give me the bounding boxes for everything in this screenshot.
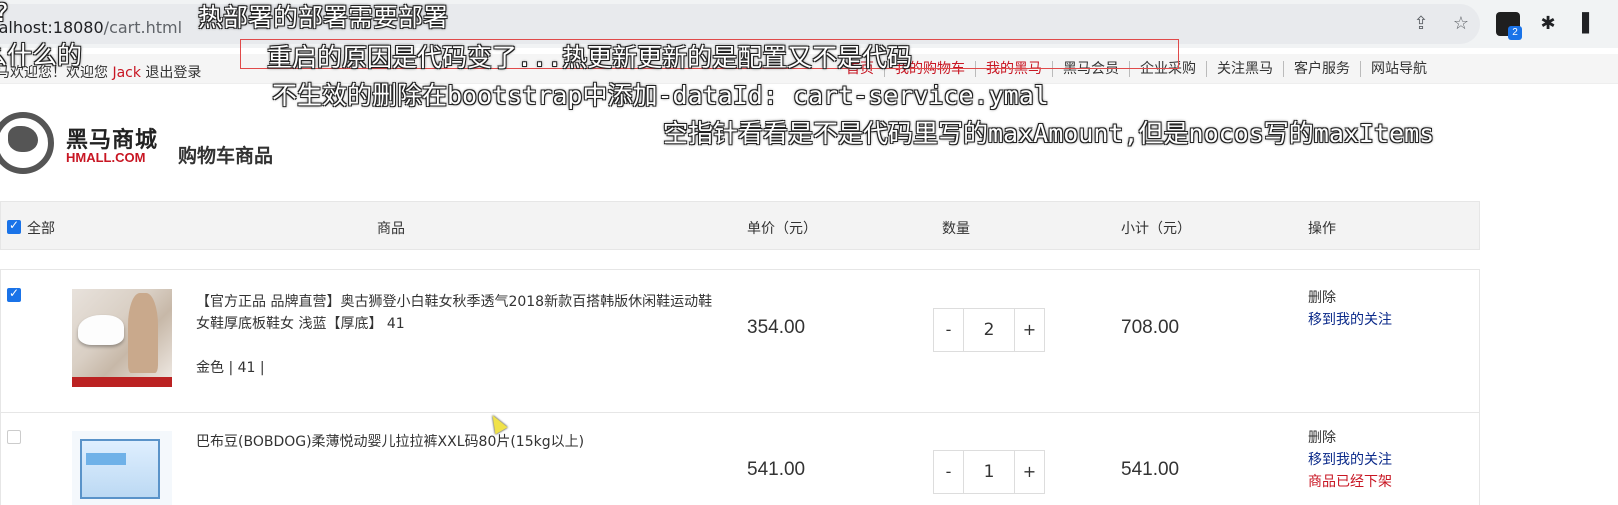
move-to-favorites-link[interactable]: 移到我的关注	[1308, 309, 1392, 329]
nav-follow[interactable]: 关注黑马	[1206, 61, 1283, 77]
product-image[interactable]	[72, 431, 172, 505]
col-unit-price: 单价（元）	[747, 221, 817, 237]
product-image[interactable]	[72, 289, 172, 387]
logo-icon[interactable]	[0, 112, 62, 174]
username-link[interactable]: Jack	[112, 65, 141, 81]
move-to-favorites-link[interactable]: 移到我的关注	[1308, 449, 1392, 469]
page: ocalhost:18080/cart.html ⇪ ☆ 2 ✱ ▌ 马欢迎您！…	[0, 0, 1618, 505]
unit-price: 354.00	[747, 317, 806, 338]
col-product: 商品	[377, 221, 405, 237]
caption-line: 重启的原因是代码变了...热更新更新的是配置又不是代码	[267, 43, 913, 72]
qty-plus-button[interactable]: +	[1014, 309, 1044, 351]
product-title[interactable]: 巴布豆(BOBDOG)柔薄悦动婴儿拉拉裤XXL码80片(15kg以上)	[196, 431, 756, 453]
logo-horse	[8, 126, 38, 152]
item-checkbox[interactable]	[7, 430, 21, 444]
col-action: 操作	[1308, 221, 1336, 237]
sidebar-icon[interactable]: ▌	[1578, 13, 1600, 35]
subtotal: 541.00	[1121, 459, 1180, 480]
select-all-checkbox[interactable]	[7, 218, 21, 234]
caption-line: 空指针看看是不是代码里写的maxAmount,但是nocos写的maxItems	[663, 119, 1435, 148]
star-icon[interactable]: ☆	[1450, 13, 1472, 35]
nav-customer-service[interactable]: 客户服务	[1283, 61, 1360, 77]
qty-minus-button[interactable]: -	[934, 309, 964, 351]
subtotal: 708.00	[1121, 317, 1180, 338]
qty-plus-button[interactable]: +	[1014, 451, 1044, 493]
share-icon[interactable]: ⇪	[1410, 13, 1432, 35]
cart-table-header: 全部 商品 单价（元） 数量 小计（元） 操作	[0, 201, 1480, 250]
product-attrs: 金色 | 41 |	[196, 360, 265, 376]
image-shoe	[78, 315, 124, 345]
nav-site-map[interactable]: 网站导航	[1360, 61, 1437, 77]
quantity-stepper: - 1 +	[933, 450, 1045, 494]
table-row: 【官方正品 品牌直营】奥古狮登小白鞋女秋季透气2018新款百搭韩版休闲鞋运动鞋女…	[0, 269, 1480, 413]
qty-minus-button[interactable]: -	[934, 451, 964, 493]
puzzle-icon[interactable]: ✱	[1537, 13, 1559, 35]
col-all: 全部	[27, 221, 55, 237]
caption-fragment: ?	[0, 0, 9, 27]
col-subtotal: 小计（元）	[1121, 221, 1191, 237]
extension-badge: 2	[1508, 26, 1522, 40]
unit-price: 541.00	[747, 459, 806, 480]
logout-link[interactable]: 退出登录	[145, 65, 201, 81]
url-path: /cart.html	[103, 18, 183, 37]
url-text: ocalhost:18080/cart.html	[0, 18, 182, 37]
qty-input[interactable]: 2	[964, 309, 1014, 351]
url-host: ocalhost:18080	[0, 18, 104, 37]
delete-link[interactable]: 删除	[1308, 287, 1336, 307]
page-title: 购物车商品	[178, 145, 274, 167]
off-shelf-status: 商品已经下架	[1308, 474, 1392, 490]
quantity-stepper: - 2 +	[933, 308, 1045, 352]
image-banner	[72, 377, 172, 387]
image-package	[80, 439, 160, 499]
image-model	[128, 293, 158, 373]
qty-input[interactable]: 1	[964, 451, 1014, 493]
caption-line: 不生效的删除在bootstrap中添加-dataId: cart-service…	[272, 81, 1049, 110]
caption-fragment: 么什么的	[0, 41, 83, 70]
delete-link[interactable]: 删除	[1308, 427, 1336, 447]
product-title[interactable]: 【官方正品 品牌直营】奥古狮登小白鞋女秋季透气2018新款百搭韩版休闲鞋运动鞋女…	[196, 291, 716, 335]
brand-domain: HMALL.COM	[66, 150, 146, 165]
item-checkbox[interactable]	[7, 286, 21, 302]
image-label	[86, 453, 126, 465]
table-row: 巴布豆(BOBDOG)柔薄悦动婴儿拉拉裤XXL码80片(15kg以上) 541.…	[0, 412, 1480, 505]
caption-line: 热部署的部署需要部署	[198, 3, 449, 32]
col-quantity: 数量	[942, 221, 970, 237]
